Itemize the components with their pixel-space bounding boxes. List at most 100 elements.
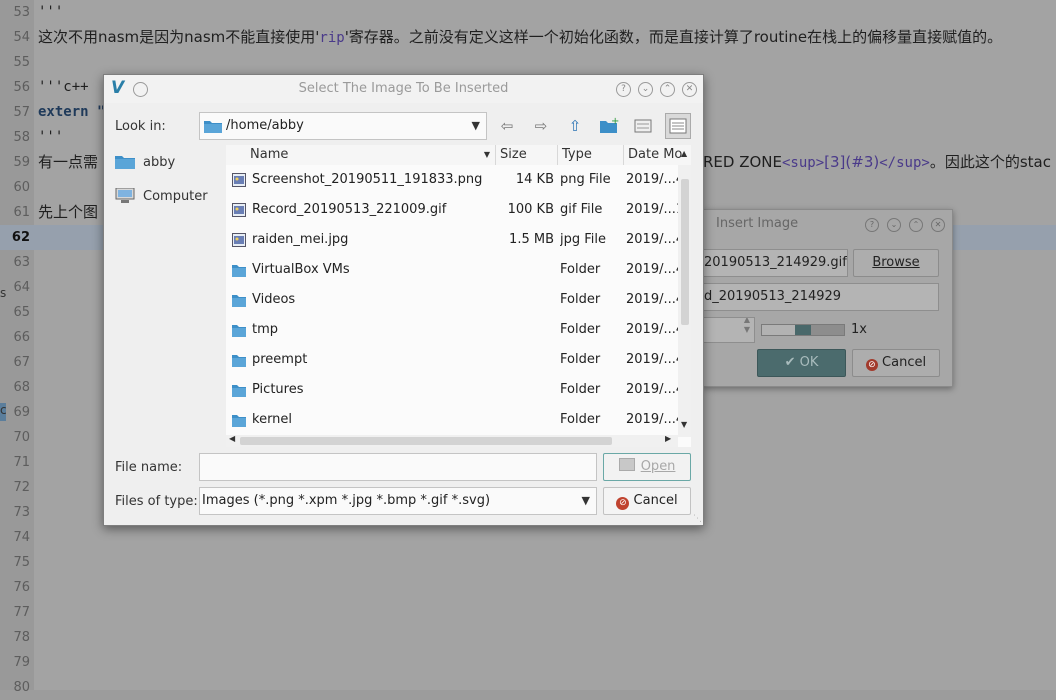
horizontal-scroll-thumb[interactable] (240, 437, 612, 445)
file-size-cell: 14 KB (515, 172, 554, 187)
forward-arrow-icon[interactable]: ⇨ (529, 114, 553, 138)
editor-line[interactable]: 79 (0, 650, 1056, 675)
editor-line[interactable]: 77 (0, 600, 1056, 625)
column-header-type[interactable]: Type (558, 145, 624, 165)
file-list[interactable]: Name ▼ Size Type Date Mo ▲ Screenshot_20… (226, 145, 691, 447)
cancel-label: Cancel (633, 493, 678, 508)
dialog-titlebar[interactable]: V Select The Image To Be Inserted ? ⌄ ⌃ … (104, 75, 703, 103)
line-text-part: <sup> (782, 155, 825, 171)
minimize-icon[interactable]: ⌄ (638, 82, 653, 97)
scale-slider-handle[interactable] (795, 325, 811, 335)
open-button[interactable]: Open (603, 453, 691, 481)
editor-line[interactable]: 78 (0, 625, 1056, 650)
line-number: 74 (13, 530, 30, 545)
editor-line[interactable]: 75 (0, 550, 1056, 575)
help-icon[interactable]: ? (616, 82, 631, 97)
minimize-icon[interactable]: ⌄ (887, 218, 901, 232)
insert-cancel-button[interactable]: ⊘ Cancel (852, 349, 940, 377)
resize-grip-icon[interactable]: ⋱ (693, 514, 702, 524)
new-folder-icon[interactable]: + (597, 114, 621, 138)
cancel-icon: ⊘ (865, 359, 878, 371)
scroll-left-arrow-icon[interactable]: ◀ (229, 434, 235, 443)
line-text: extern " (38, 104, 106, 120)
line-text-part: 。因此这个的stac (929, 153, 1051, 171)
line-number: 63 (13, 255, 30, 270)
editor-line[interactable]: 74 (0, 525, 1056, 550)
close-icon[interactable]: ✕ (931, 218, 945, 232)
cancel-label: Cancel (882, 355, 927, 370)
file-name-cell: kernel (252, 412, 293, 427)
editor-line[interactable]: 53 ''' (0, 0, 1056, 25)
line-number: 61 (13, 205, 30, 220)
browse-button[interactable]: Browse (853, 249, 939, 277)
line-number: 72 (13, 480, 30, 495)
ok-button[interactable]: ✔ OK (757, 349, 846, 377)
line-number: 66 (13, 330, 30, 345)
list-view-icon[interactable] (631, 114, 655, 138)
file-name-input[interactable] (199, 453, 597, 481)
look-in-combobox[interactable]: /home/abby ▼ (199, 112, 487, 140)
file-type-cell: jpg File (560, 232, 607, 247)
vertical-scroll-thumb[interactable] (681, 179, 689, 325)
image-name-field[interactable]: d_20190513_214929 (703, 283, 939, 311)
editor-line[interactable]: 55 (0, 50, 1056, 75)
line-number: 77 (13, 605, 30, 620)
line-text-part: RED ZONE (703, 153, 782, 171)
image-file-icon (232, 203, 246, 217)
scroll-down-arrow-icon[interactable]: ▼ (681, 420, 687, 429)
scale-spinbox[interactable]: ▲ ▼ (703, 317, 755, 343)
file-row[interactable]: raiden_mei.jpg 1.5 MB jpg File 2019/...4 (226, 225, 678, 255)
column-header-name[interactable]: Name ▼ (226, 145, 496, 165)
horizontal-scrollbar[interactable]: ◀ ▶ (226, 434, 678, 447)
scale-slider[interactable] (761, 324, 845, 336)
file-row[interactable]: tmp Folder 2019/...4 (226, 315, 678, 345)
file-row[interactable]: Pictures Folder 2019/...4 (226, 375, 678, 405)
image-file-icon (232, 233, 246, 247)
scroll-up-arrow-icon[interactable]: ▲ (681, 149, 687, 158)
detail-view-icon[interactable] (665, 113, 691, 139)
image-path-field[interactable]: 20190513_214929.gif (703, 249, 848, 277)
maximize-icon[interactable]: ⌃ (909, 218, 923, 232)
spin-arrows-icon[interactable]: ▲ ▼ (744, 318, 750, 335)
help-icon[interactable]: ? (865, 218, 879, 232)
line-text: 这次不用nasm是因为nasm不能直接使用'rip'寄存器。之前没有定义这样一个… (38, 25, 1002, 51)
file-row[interactable]: Record_20190513_221009.gif 100 KB gif File… (226, 195, 678, 225)
column-header-size[interactable]: Size (496, 145, 558, 165)
line-text: 有一点需 (38, 153, 99, 171)
scale-value-label: 1x (851, 322, 867, 337)
editor-line[interactable]: 76 (0, 575, 1056, 600)
folder-icon (115, 156, 135, 169)
insert-image-dialog: Insert Image ? ⌄ ⌃ ✕ 20190513_214929.gif… (703, 209, 953, 387)
line-text-part: </sup> (879, 155, 930, 171)
maximize-icon[interactable]: ⌃ (660, 82, 675, 97)
file-row[interactable]: kernel Folder 2019/...4 (226, 405, 678, 435)
chevron-down-icon: ▼ (581, 494, 590, 507)
line-number: 58 (13, 130, 30, 145)
file-type-cell: Folder (560, 292, 601, 307)
editor-line[interactable]: 54 这次不用nasm是因为nasm不能直接使用'rip'寄存器。之前没有定义这样… (0, 25, 1056, 50)
editor-line[interactable]: 80 (0, 675, 1056, 700)
up-arrow-icon[interactable]: ⇧ (563, 114, 587, 138)
file-date-cell: 2019/...4 (626, 352, 678, 367)
place-home[interactable]: abby (115, 151, 175, 175)
folder-icon (232, 415, 246, 427)
file-row[interactable]: Screenshot_20190511_191833.png 14 KB png F… (226, 165, 678, 195)
files-of-type-combobox[interactable]: Images (*.png *.xpm *.jpg *.bmp *.gif *.… (199, 487, 597, 515)
line-text: '''c++ (38, 79, 89, 95)
file-row[interactable]: preempt Folder 2019/...4 (226, 345, 678, 375)
scroll-right-arrow-icon[interactable]: ▶ (665, 434, 671, 443)
cancel-button[interactable]: ⊘ Cancel (603, 487, 691, 515)
file-date-cell: 2019/...4 (626, 412, 678, 427)
ok-label: OK (799, 355, 819, 370)
file-name-cell: Screenshot_20190511_191833.png (252, 172, 483, 187)
vertical-scrollbar[interactable]: ▼ (678, 165, 691, 437)
file-row[interactable]: Videos Folder 2019/...4 (226, 285, 678, 315)
place-computer[interactable]: Computer (115, 185, 208, 209)
file-row[interactable]: VirtualBox VMs Folder 2019/...4 (226, 255, 678, 285)
file-date-cell: 2019/...1 (626, 202, 678, 217)
line-number: 75 (13, 555, 30, 570)
sort-indicator-icon: ▼ (483, 150, 490, 159)
place-label: abby (143, 155, 176, 170)
back-arrow-icon[interactable]: ⇦ (495, 114, 519, 138)
close-icon[interactable]: ✕ (682, 82, 697, 97)
